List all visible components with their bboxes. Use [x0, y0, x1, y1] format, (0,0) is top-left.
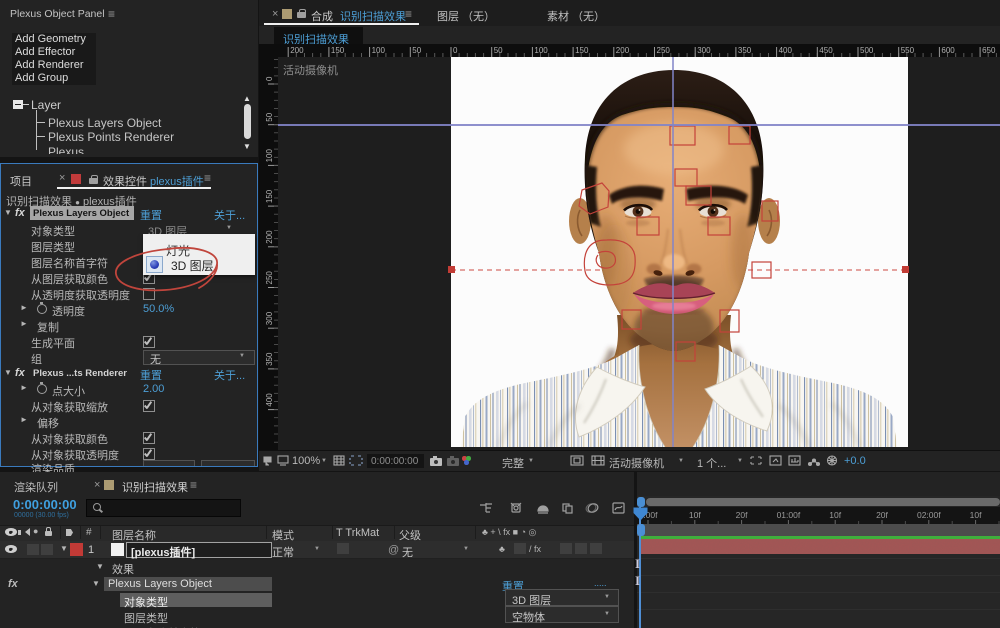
svg-text:250: 250	[657, 46, 671, 55]
svg-text:300: 300	[697, 46, 711, 55]
svg-text:600: 600	[941, 46, 955, 55]
svg-text:200: 200	[265, 230, 274, 244]
svg-text:300: 300	[265, 311, 274, 325]
svg-text:200: 200	[290, 46, 304, 55]
svg-text:150: 150	[575, 46, 589, 55]
svg-text:150: 150	[265, 189, 274, 203]
svg-text:10f: 10f	[970, 510, 982, 520]
svg-text:650: 650	[982, 46, 996, 55]
svg-text:0: 0	[453, 46, 458, 55]
svg-text:50: 50	[265, 112, 274, 121]
svg-text:100: 100	[265, 149, 274, 163]
svg-text:400: 400	[265, 393, 274, 407]
svg-text:100: 100	[372, 46, 386, 55]
svg-text:400: 400	[779, 46, 793, 55]
svg-text:50: 50	[494, 46, 503, 55]
svg-text:02:00f: 02:00f	[917, 510, 941, 520]
svg-text:200: 200	[616, 46, 630, 55]
svg-text:10f: 10f	[689, 510, 701, 520]
svg-text:100: 100	[534, 46, 548, 55]
svg-text:500: 500	[860, 46, 874, 55]
svg-text:0: 0	[265, 76, 274, 81]
svg-text:50: 50	[412, 46, 421, 55]
svg-text:350: 350	[265, 352, 274, 366]
svg-text:550: 550	[901, 46, 915, 55]
svg-text:250: 250	[265, 271, 274, 285]
svg-text:150: 150	[331, 46, 345, 55]
svg-text:350: 350	[738, 46, 752, 55]
svg-text:20f: 20f	[736, 510, 748, 520]
svg-text:01:00f: 01:00f	[777, 510, 801, 520]
svg-text:20f: 20f	[876, 510, 888, 520]
svg-text:450: 450	[819, 46, 833, 55]
svg-text:10f: 10f	[829, 510, 841, 520]
